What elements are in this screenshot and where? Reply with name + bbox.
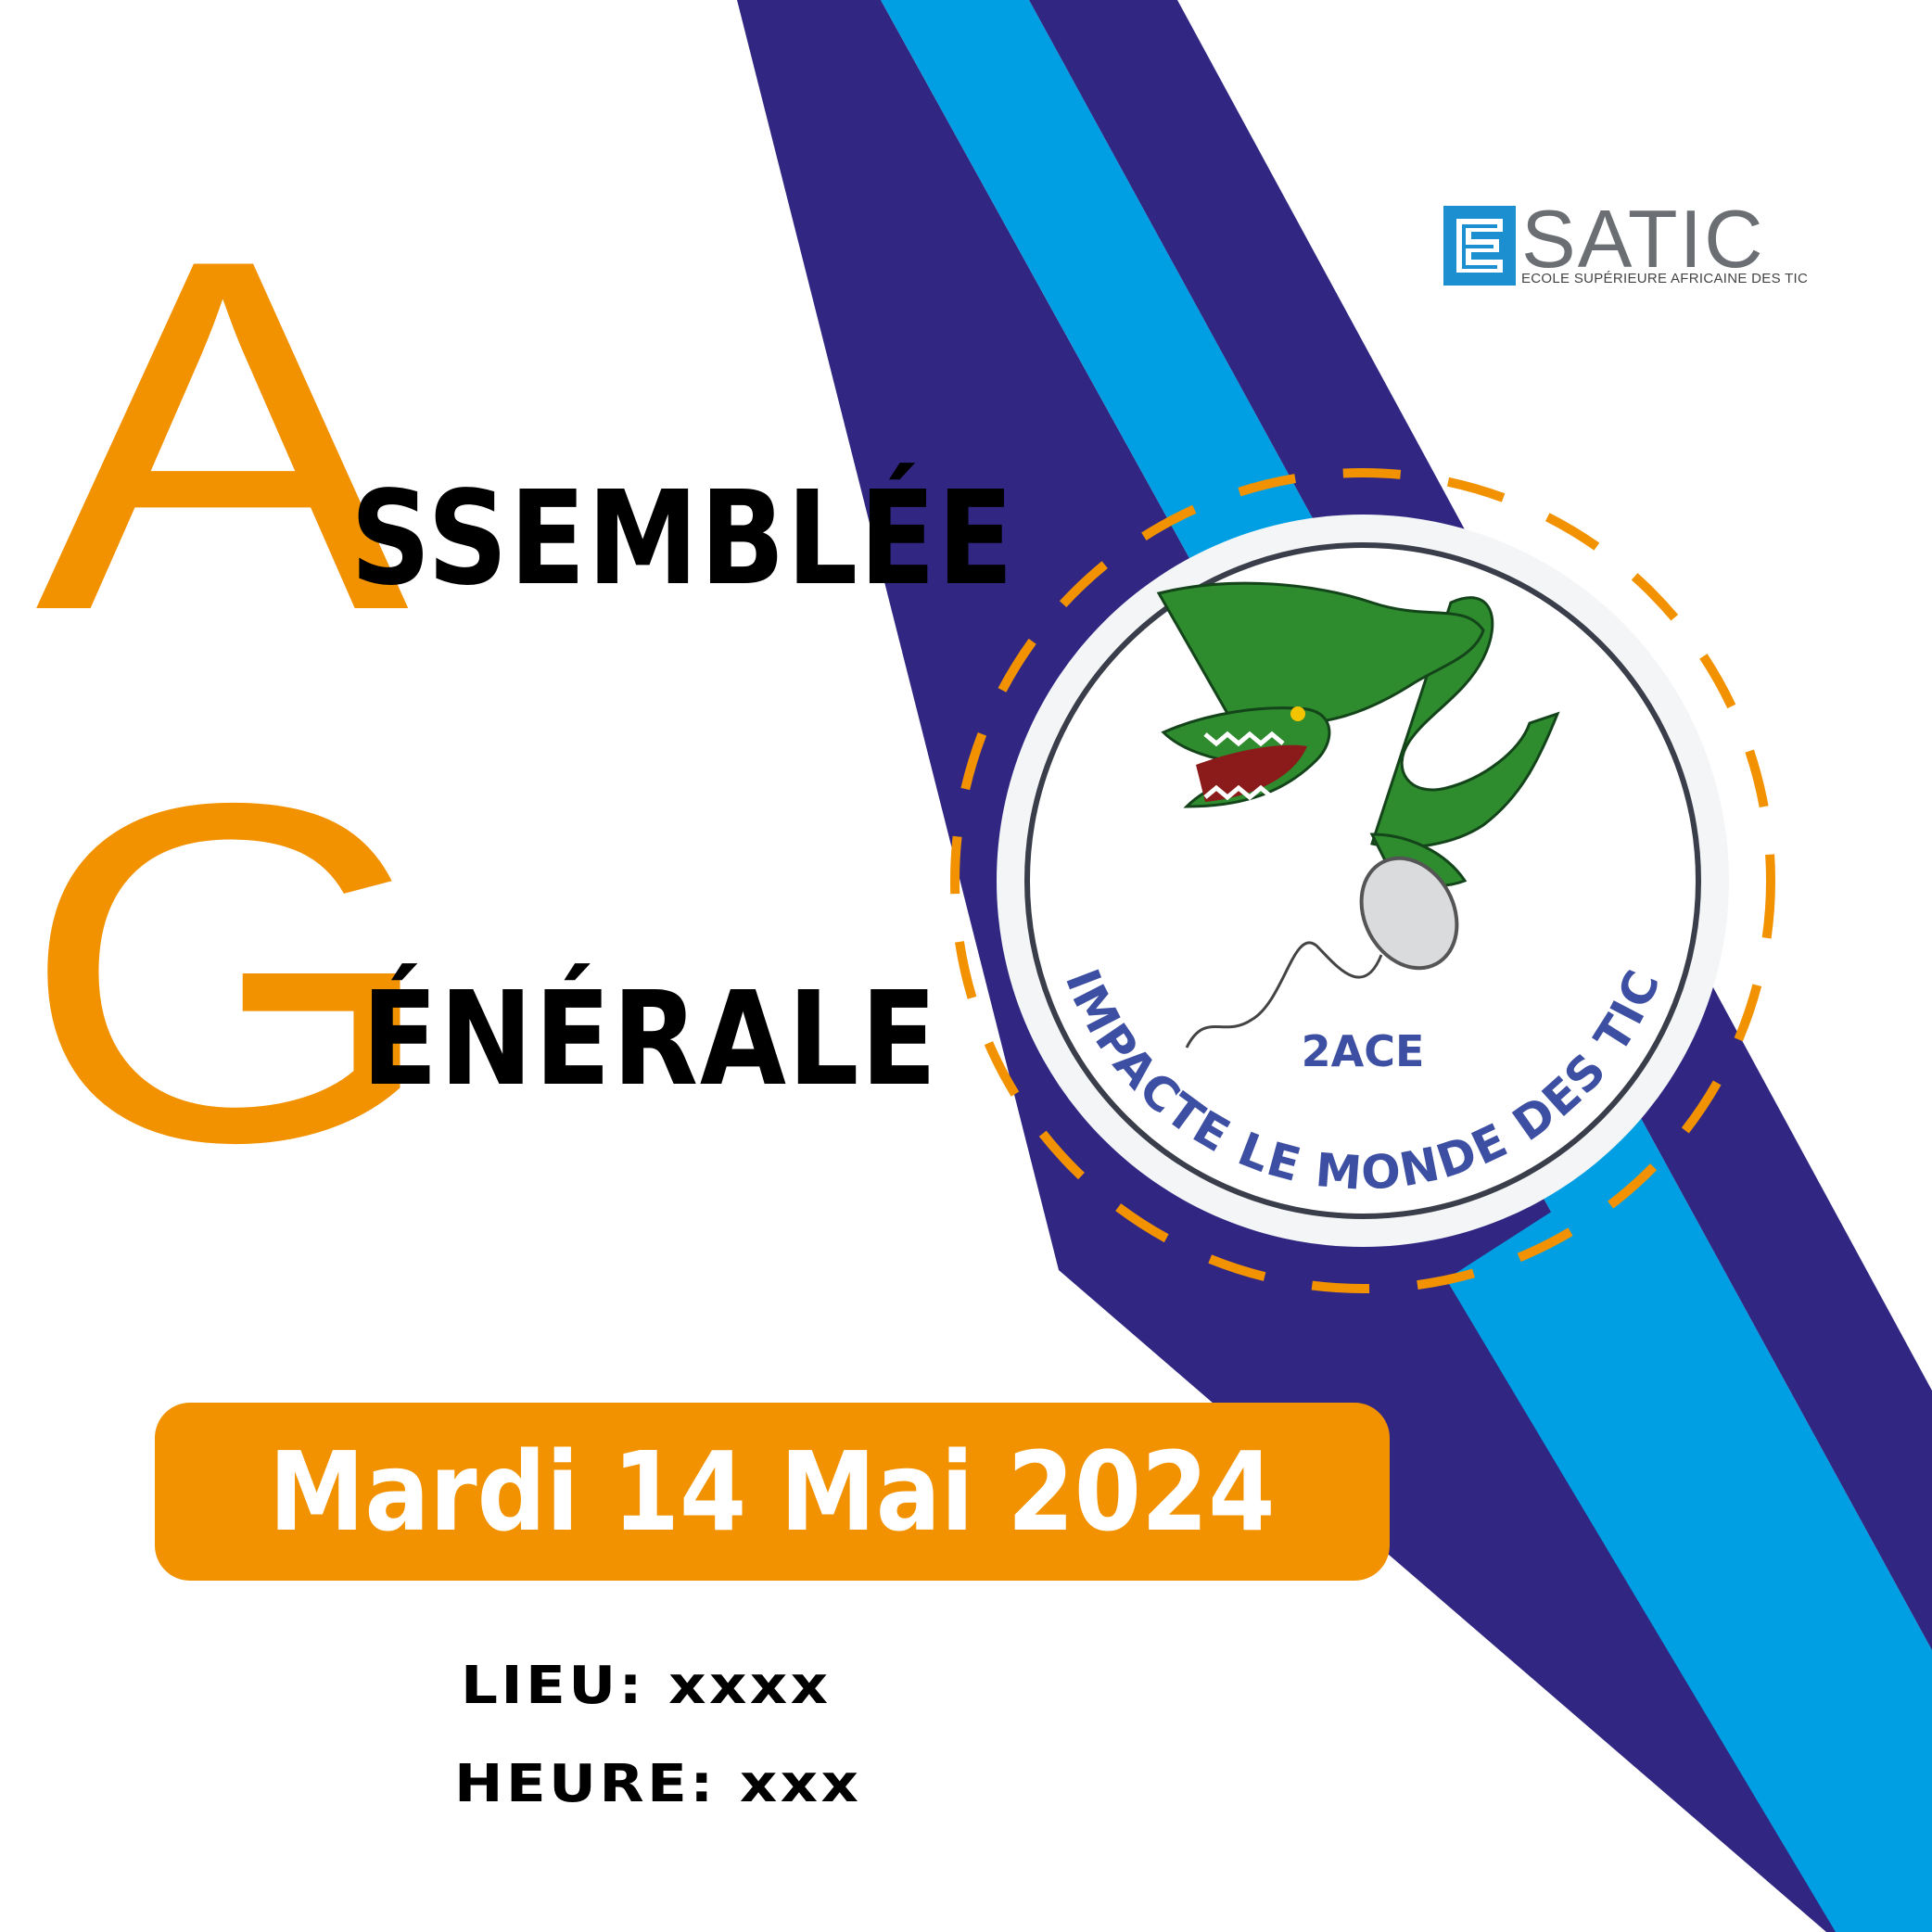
- esatic-logo: SATIC ECOLE SUPÉRIEURE AFRICAINE DES TIC: [1443, 198, 1818, 289]
- event-date: Mardi 14 Mai 2024: [269, 1428, 1276, 1556]
- title-word-generale: ÉNÉRALE: [362, 964, 939, 1115]
- esatic-logo-text: SATIC: [1521, 193, 1765, 285]
- date-banner: Mardi 14 Mai 2024: [155, 1403, 1390, 1581]
- event-time: HEURE: xxx: [454, 1754, 862, 1814]
- event-location: LIEU: xxxx: [461, 1656, 832, 1716]
- title-word-assemblee: SSEMBLÉE: [350, 464, 1015, 615]
- club-emblem: 2ACE IMPACTE LE MONDE DES TIC: [950, 468, 1775, 1293]
- esatic-logo-tagline: ECOLE SUPÉRIEURE AFRICAINE DES TIC: [1521, 271, 1809, 286]
- emblem-center-text: 2ACE: [1302, 1026, 1425, 1076]
- poster: A SSEMBLÉE G ÉNÉRALE SATIC ECOLE SUPÉRIE…: [0, 0, 1932, 1932]
- esatic-logo-e-icon: [1443, 206, 1516, 286]
